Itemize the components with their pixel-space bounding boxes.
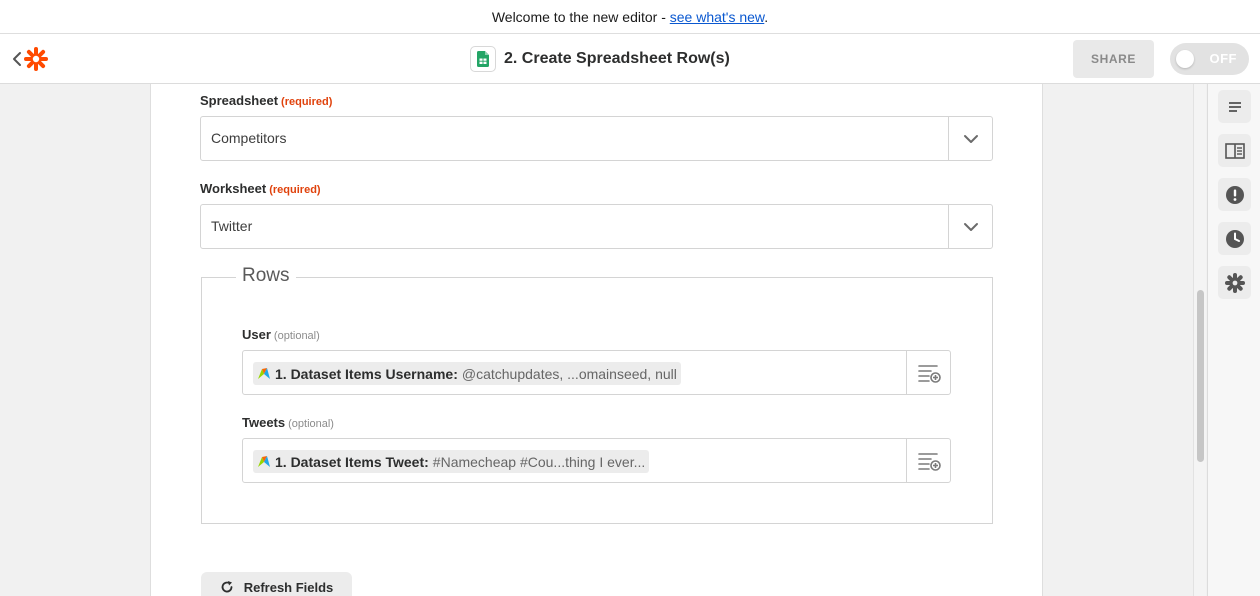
settings-icon[interactable] xyxy=(1218,266,1251,299)
zap-on-off-toggle[interactable]: OFF xyxy=(1170,43,1249,75)
step-title: 2. Create Spreadsheet Row(s) xyxy=(504,50,730,67)
rows-fieldset: Rows User (optional) 1. Dataset Items Use… xyxy=(201,265,993,524)
user-field[interactable]: 1. Dataset Items Username: @catchupdates… xyxy=(242,350,951,395)
outline-icon[interactable] xyxy=(1218,90,1251,123)
user-label-text: User xyxy=(242,327,271,342)
guide-icon[interactable] xyxy=(1218,134,1251,167)
chevron-down-icon[interactable] xyxy=(948,205,992,248)
data-pill[interactable]: 1. Dataset Items Username: @catchupdates… xyxy=(253,362,681,385)
spreadsheet-select[interactable]: Competitors xyxy=(200,116,993,161)
tweets-label-text: Tweets xyxy=(242,415,286,430)
banner-suffix: . xyxy=(764,9,769,25)
banner-text: Welcome to the new editor - xyxy=(491,9,670,25)
tweets-label: Tweets (optional) xyxy=(242,415,334,430)
step-title-group: 2. Create Spreadsheet Row(s) xyxy=(470,46,730,72)
scroll-thumb[interactable] xyxy=(1197,290,1204,462)
refresh-fields-button[interactable]: Refresh Fields xyxy=(201,572,352,596)
right-sidebar-rail xyxy=(1207,84,1260,596)
google-sheets-icon xyxy=(470,46,496,72)
toggle-label: OFF xyxy=(1209,51,1237,66)
worksheet-select[interactable]: Twitter xyxy=(200,204,993,249)
refresh-icon xyxy=(221,581,233,593)
required-tag: (required) xyxy=(269,184,321,196)
pill-key: 1. Dataset Items Username: xyxy=(275,365,458,382)
required-tag: (required) xyxy=(281,96,333,108)
chevron-left-icon[interactable] xyxy=(10,48,24,70)
whats-new-link[interactable]: see what's new xyxy=(670,9,765,25)
worksheet-label-text: Worksheet xyxy=(200,181,267,196)
zapier-logo-icon[interactable] xyxy=(24,47,48,71)
data-pill[interactable]: 1. Dataset Items Tweet: #Namecheap #Cou.… xyxy=(253,450,650,473)
history-icon[interactable] xyxy=(1218,222,1251,255)
user-label: User (optional) xyxy=(242,327,320,342)
alert-icon[interactable] xyxy=(1218,178,1251,211)
apify-app-icon xyxy=(258,367,270,379)
tweets-field[interactable]: 1. Dataset Items Tweet: #Namecheap #Cou.… xyxy=(242,438,951,483)
rows-title: Rows xyxy=(236,265,296,287)
worksheet-value: Twitter xyxy=(211,218,253,234)
step-editor-panel: Spreadsheet (required) Competitors Worksh… xyxy=(150,84,1043,596)
optional-tag: (optional) xyxy=(288,418,334,430)
worksheet-label: Worksheet (required) xyxy=(200,181,321,196)
editor-header: 2. Create Spreadsheet Row(s) SHARE OFF xyxy=(0,34,1260,84)
panel-scrollbar[interactable] xyxy=(1193,84,1206,596)
optional-tag: (optional) xyxy=(273,330,320,342)
pill-value: @catchupdates, ...omainseed, null xyxy=(461,365,677,382)
spreadsheet-label: Spreadsheet (required) xyxy=(200,93,332,108)
pill-key: 1. Dataset Items Tweet: xyxy=(275,453,429,470)
share-button[interactable]: SHARE xyxy=(1073,40,1154,78)
spreadsheet-value: Competitors xyxy=(211,130,287,146)
chevron-down-icon[interactable] xyxy=(948,117,992,160)
refresh-label: Refresh Fields xyxy=(243,579,334,595)
insert-data-icon[interactable] xyxy=(906,439,950,482)
insert-data-icon[interactable] xyxy=(906,351,950,394)
spreadsheet-label-text: Spreadsheet xyxy=(200,93,279,108)
apify-app-icon xyxy=(258,455,270,467)
announcement-banner: Welcome to the new editor - see what's n… xyxy=(0,0,1260,34)
toggle-knob xyxy=(1176,50,1194,68)
pill-value: #Namecheap #Cou...thing I ever... xyxy=(432,453,646,470)
